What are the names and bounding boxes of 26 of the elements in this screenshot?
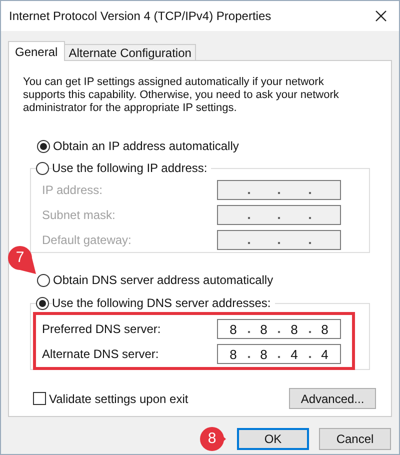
description-text: You can get IP settings assigned automatically if your network supports this capability. Otherwise, you need to ask your network administrator for the appropriate IP settings. <box>23 76 340 115</box>
ip-address-field[interactable]: 8 8 4 4 <box>217 344 341 364</box>
radio-button[interactable] <box>37 140 50 152</box>
step-callout: 8 <box>197 424 227 454</box>
ip-address-field[interactable] <box>217 230 341 250</box>
field-label: Subnet mask: <box>42 206 116 224</box>
ip-address-field[interactable] <box>217 180 341 200</box>
field-label: Default gateway: <box>42 232 132 248</box>
dialog-button[interactable]: OK <box>237 428 309 450</box>
tab[interactable]: General <box>8 41 65 61</box>
close-icon[interactable] <box>375 10 387 22</box>
field-label: IP address: <box>42 182 104 198</box>
radio-button[interactable] <box>36 296 49 310</box>
field-label: Alternate DNS server: <box>42 346 160 362</box>
radio-button[interactable] <box>36 162 49 174</box>
field-label: Preferred DNS server: <box>42 320 162 338</box>
ip-address-field[interactable] <box>217 204 341 224</box>
radio-button[interactable] <box>37 274 50 286</box>
tab[interactable]: Alternate Configuration <box>64 44 196 61</box>
advanced-button[interactable]: Advanced... <box>289 388 376 409</box>
dialog-button[interactable]: Cancel <box>319 428 391 450</box>
ip-address-field[interactable]: 8 8 8 8 <box>217 318 341 338</box>
checkbox-label: Validate settings upon exit <box>49 390 188 408</box>
checkbox[interactable] <box>33 392 46 405</box>
step-callout: 7 <box>7 245 37 275</box>
window-title: Internet Protocol Version 4 (TCP/IPv4) Properties <box>9 8 272 25</box>
